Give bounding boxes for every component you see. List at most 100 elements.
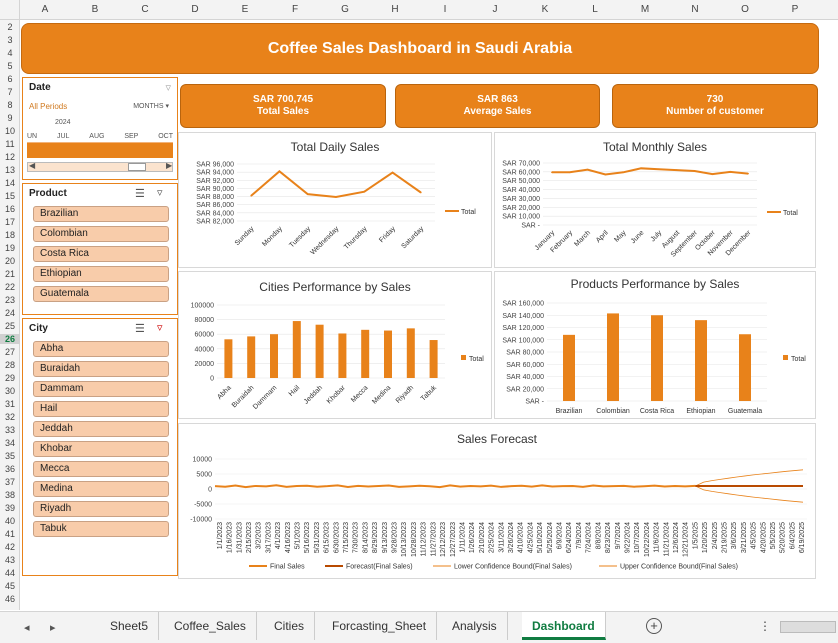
column-header-j[interactable]: J xyxy=(470,0,520,20)
row-header-24[interactable]: 24 xyxy=(0,308,20,318)
granularity-dropdown[interactable]: MONTHS ▾ xyxy=(133,102,169,110)
timeline-scroll-thumb[interactable] xyxy=(128,163,146,171)
timeline-month-label[interactable]: UN xyxy=(27,133,37,140)
more-options-icon[interactable]: ⋮ xyxy=(759,619,771,633)
timeline-month-label[interactable]: JUL xyxy=(57,133,69,140)
column-header-a[interactable]: A xyxy=(20,0,70,20)
horizontal-scrollbar[interactable] xyxy=(780,621,836,633)
row-header-26[interactable]: 26 xyxy=(0,334,20,344)
row-header-34[interactable]: 34 xyxy=(0,438,20,448)
row-header-28[interactable]: 28 xyxy=(0,360,20,370)
row-header-23[interactable]: 23 xyxy=(0,295,20,305)
scroll-right-icon[interactable]: ▶ xyxy=(166,161,172,170)
row-header-20[interactable]: 20 xyxy=(0,256,20,266)
column-header-e[interactable]: E xyxy=(220,0,270,20)
city-item-riyadh[interactable]: Riyadh xyxy=(33,501,169,517)
city-item-tabuk[interactable]: Tabuk xyxy=(33,521,169,537)
row-header-43[interactable]: 43 xyxy=(0,555,20,565)
row-header-40[interactable]: 40 xyxy=(0,516,20,526)
column-header-k[interactable]: K xyxy=(520,0,570,20)
product-item-ethiopian[interactable]: Ethiopian xyxy=(33,266,169,282)
sheet-tab-cities[interactable]: Cities xyxy=(264,612,316,640)
multi-select-icon[interactable]: ☰ xyxy=(135,187,145,200)
row-header-27[interactable]: 27 xyxy=(0,347,20,357)
cities-performance-chart[interactable]: Cities Performance by Sales 0 20000 40000 6… xyxy=(178,271,492,419)
city-item-dammam[interactable]: Dammam xyxy=(33,381,169,397)
timeline-month-label[interactable]: OCT xyxy=(158,133,173,140)
row-header-5[interactable]: 5 xyxy=(0,61,20,71)
row-header-7[interactable]: 7 xyxy=(0,87,20,97)
monthly-sales-chart[interactable]: Total Monthly Sales SAR - SAR 10,000 SAR 2… xyxy=(494,132,816,268)
row-header-2[interactable]: 2 xyxy=(0,22,20,32)
row-header-39[interactable]: 39 xyxy=(0,503,20,513)
product-item-costa-rica[interactable]: Costa Rica xyxy=(33,246,169,262)
column-header-g[interactable]: G xyxy=(320,0,370,20)
column-header-i[interactable]: I xyxy=(420,0,470,20)
city-item-medina[interactable]: Medina xyxy=(33,481,169,497)
column-header-b[interactable]: B xyxy=(70,0,120,20)
row-header-37[interactable]: 37 xyxy=(0,477,20,487)
product-item-brazilian[interactable]: Brazilian xyxy=(33,206,169,222)
row-header-38[interactable]: 38 xyxy=(0,490,20,500)
sales-forecast-chart[interactable]: Sales Forecast -10000 -5000 0 5000 10000 1/1/… xyxy=(178,423,816,579)
timeline-scrollbar[interactable] xyxy=(27,162,173,172)
clear-filter-icon[interactable]: ▿ xyxy=(165,81,171,94)
row-header-17[interactable]: 17 xyxy=(0,217,20,227)
row-header-16[interactable]: 16 xyxy=(0,204,20,214)
row-header-11[interactable]: 11 xyxy=(0,139,20,149)
date-timeline-slicer[interactable]: Date ▿ All Periods MONTHS ▾ 2024 UN JUL AU… xyxy=(22,77,178,180)
sheet-tab-coffee-sales[interactable]: Coffee_Sales xyxy=(164,612,257,640)
city-item-buraidah[interactable]: Buraidah xyxy=(33,361,169,377)
column-header-d[interactable]: D xyxy=(170,0,220,20)
row-header-25[interactable]: 25 xyxy=(0,321,20,331)
row-header-6[interactable]: 6 xyxy=(0,74,20,84)
row-header-8[interactable]: 8 xyxy=(0,100,20,110)
row-header-22[interactable]: 22 xyxy=(0,282,20,292)
column-header-p[interactable]: P xyxy=(770,0,820,20)
daily-sales-chart[interactable]: Total Daily Sales SAR 82,000 SAR 84,000 SA… xyxy=(178,132,492,268)
sheet-tab-dashboard[interactable]: Dashboard xyxy=(522,612,606,640)
row-header-19[interactable]: 19 xyxy=(0,243,20,253)
column-header-l[interactable]: L xyxy=(570,0,620,20)
row-header-41[interactable]: 41 xyxy=(0,529,20,539)
sheet-tab-sheet5[interactable]: Sheet5 xyxy=(100,612,160,640)
row-header-44[interactable]: 44 xyxy=(0,568,20,578)
city-item-abha[interactable]: Abha xyxy=(33,341,169,357)
product-item-colombian[interactable]: Colombian xyxy=(33,226,169,242)
city-item-hail[interactable]: Hail xyxy=(33,401,169,417)
row-header-32[interactable]: 32 xyxy=(0,412,20,422)
row-header-13[interactable]: 13 xyxy=(0,165,20,175)
row-header-10[interactable]: 10 xyxy=(0,126,20,136)
column-header-f[interactable]: F xyxy=(270,0,320,20)
timeline-month-label[interactable]: SEP xyxy=(124,133,138,140)
previous-sheet-icon[interactable]: ◂ xyxy=(24,621,30,634)
column-header-o[interactable]: O xyxy=(720,0,770,20)
city-item-jeddah[interactable]: Jeddah xyxy=(33,421,169,437)
row-header-12[interactable]: 12 xyxy=(0,152,20,162)
timeline-selection-bar[interactable] xyxy=(27,142,173,158)
city-item-mecca[interactable]: Mecca xyxy=(33,461,169,477)
column-header-c[interactable]: C xyxy=(120,0,170,20)
row-header-36[interactable]: 36 xyxy=(0,464,20,474)
column-header-h[interactable]: H xyxy=(370,0,420,20)
row-header-35[interactable]: 35 xyxy=(0,451,20,461)
timeline-month-label[interactable]: AUG xyxy=(89,133,104,140)
row-header-21[interactable]: 21 xyxy=(0,269,20,279)
row-header-4[interactable]: 4 xyxy=(0,48,20,58)
row-header-30[interactable]: 30 xyxy=(0,386,20,396)
scroll-left-icon[interactable]: ◀ xyxy=(29,161,35,170)
clear-filter-icon[interactable]: ▿ xyxy=(157,321,163,334)
add-sheet-button[interactable]: + xyxy=(646,618,662,634)
column-header-m[interactable]: M xyxy=(620,0,670,20)
column-header-n[interactable]: N xyxy=(670,0,720,20)
products-performance-chart[interactable]: Products Performance by Sales SAR - SAR 2… xyxy=(494,271,816,419)
row-header-29[interactable]: 29 xyxy=(0,373,20,383)
product-item-guatemala[interactable]: Guatemala xyxy=(33,286,169,302)
row-header-46[interactable]: 46 xyxy=(0,594,20,604)
row-header-45[interactable]: 45 xyxy=(0,581,20,591)
city-item-khobar[interactable]: Khobar xyxy=(33,441,169,457)
row-header-42[interactable]: 42 xyxy=(0,542,20,552)
row-header-3[interactable]: 3 xyxy=(0,35,20,45)
row-header-18[interactable]: 18 xyxy=(0,230,20,240)
row-header-15[interactable]: 15 xyxy=(0,191,20,201)
